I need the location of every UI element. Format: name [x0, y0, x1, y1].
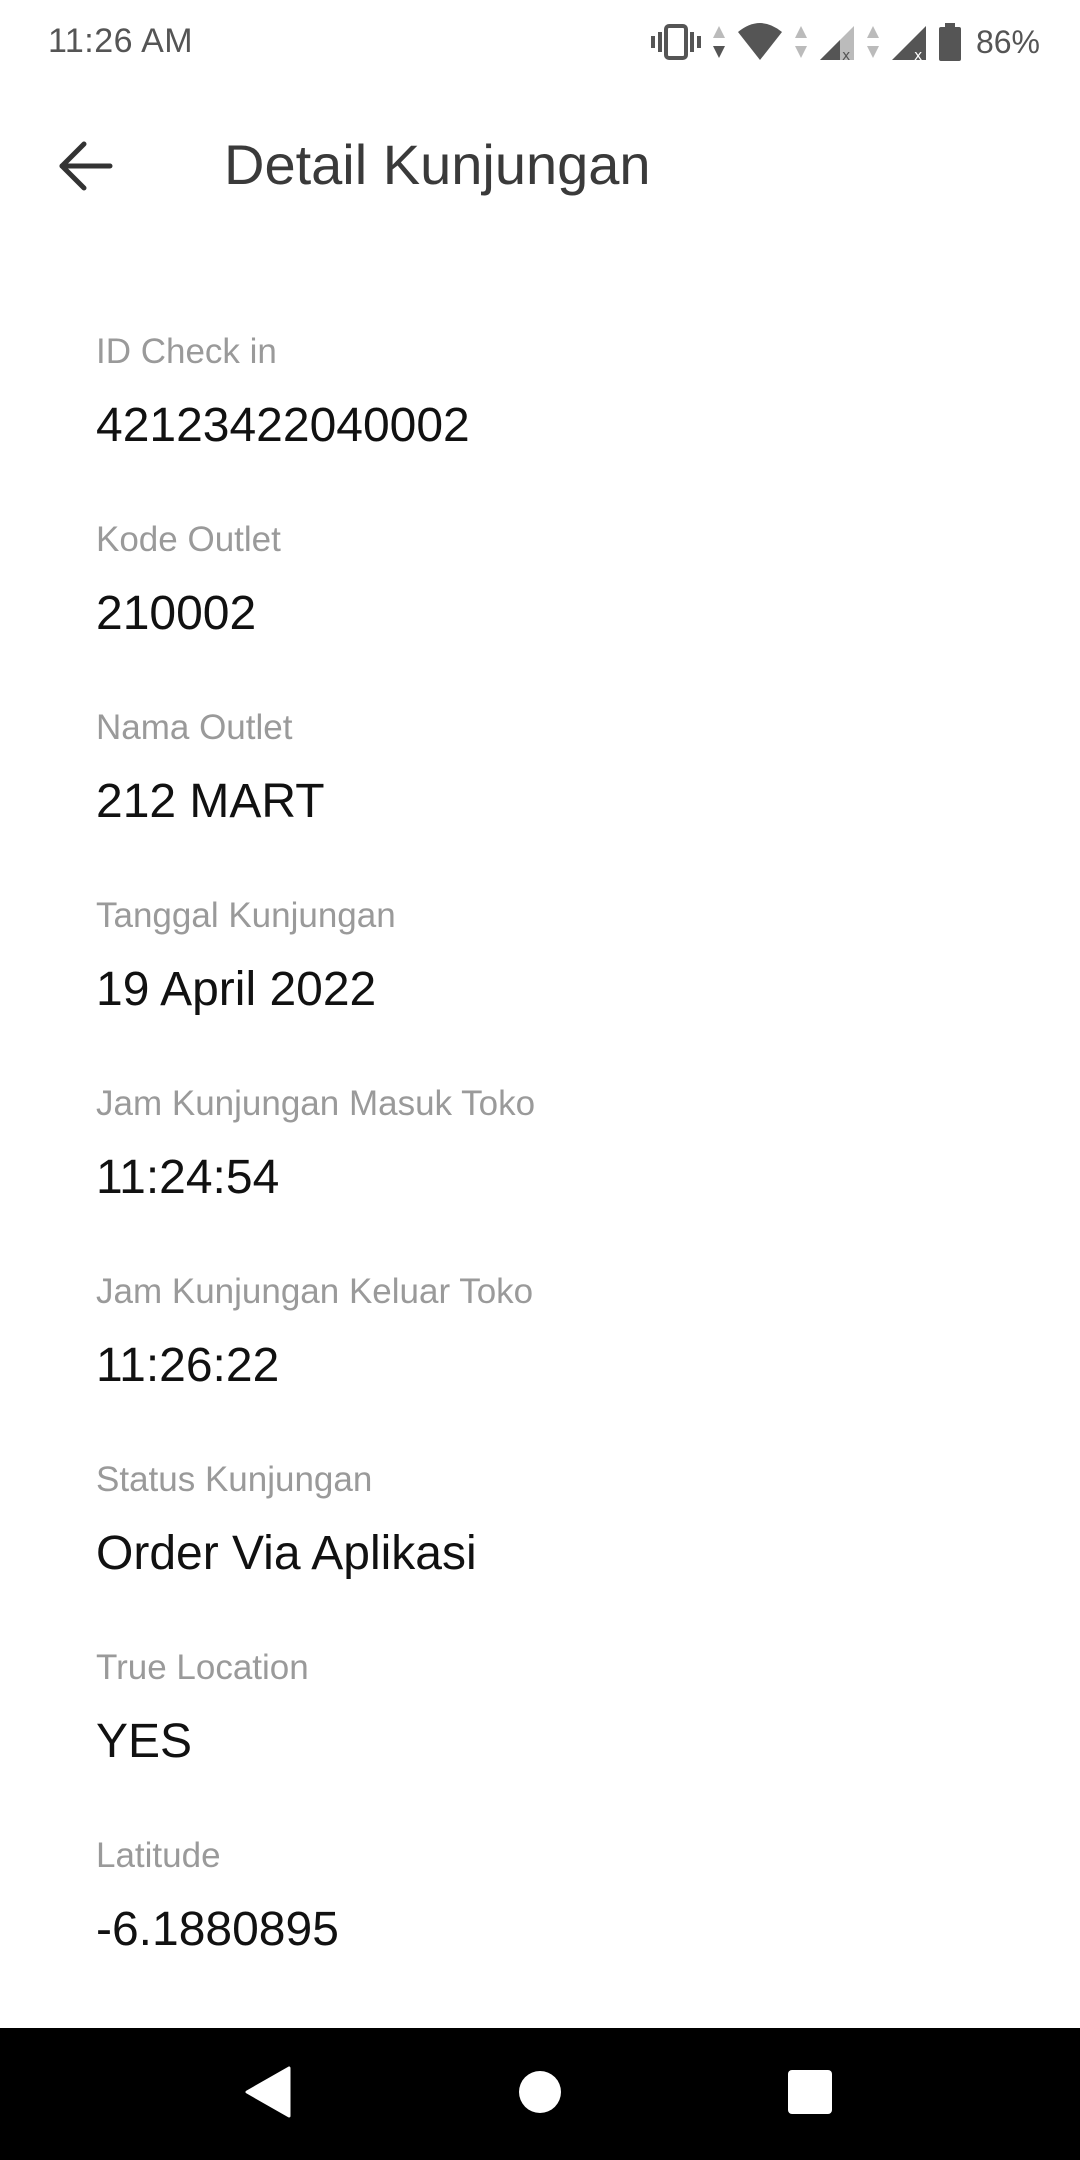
detail-value: 11:26:22: [96, 1339, 280, 1392]
detail-label: Jam Kunjungan Masuk Toko: [96, 1084, 536, 1123]
detail-value: 19 April 2022: [96, 963, 377, 1016]
status-icons: x x 86%: [640, 18, 1040, 66]
detail-item-jam-masuk: Jam Kunjungan Masuk Toko 11:24:54: [96, 1082, 996, 1270]
detail-item-nama-outlet: Nama Outlet 212 MART: [96, 706, 996, 894]
detail-label: Jam Kunjungan Keluar Toko: [96, 1272, 534, 1311]
wifi-icon: [736, 22, 784, 62]
system-nav-bar: [0, 2028, 1080, 2160]
detail-item-kode-outlet: Kode Outlet 210002: [96, 518, 996, 706]
detail-label: Status Kunjungan: [96, 1460, 373, 1499]
signal-no-service-icon: x: [818, 22, 856, 62]
detail-value: 212 MART: [96, 775, 325, 828]
detail-value: Order Via Aplikasi: [96, 1527, 477, 1580]
detail-item-tanggal-kunjungan: Tanggal Kunjungan 19 April 2022: [96, 894, 996, 1082]
vibrate-icon: [650, 22, 702, 62]
detail-item-true-location: True Location YES: [96, 1646, 996, 1834]
detail-item-status-kunjungan: Status Kunjungan Order Via Aplikasi: [96, 1458, 996, 1646]
detail-value: 11:24:54: [96, 1151, 280, 1204]
detail-label: Tanggal Kunjungan: [96, 896, 396, 935]
nav-back-button[interactable]: [238, 2064, 298, 2124]
signal-no-service-icon: x: [890, 22, 928, 62]
recents-square-icon: [786, 2068, 834, 2121]
detail-label: Kode Outlet: [96, 520, 281, 559]
detail-value: YES: [96, 1715, 193, 1768]
page-title: Detail Kunjungan: [224, 133, 651, 196]
svg-text:x: x: [842, 48, 850, 62]
detail-item-latitude: Latitude -6.1880895: [96, 1834, 996, 2022]
nav-home-button[interactable]: [510, 2064, 570, 2124]
detail-item-jam-keluar: Jam Kunjungan Keluar Toko 11:26:22: [96, 1270, 996, 1458]
battery-icon: [938, 22, 962, 62]
data-arrows-icon: [866, 24, 880, 60]
app-bar: Detail Kunjungan: [0, 84, 1080, 244]
data-arrows-icon: [794, 24, 808, 60]
status-bar: 11:26 AM x x 86%: [0, 0, 1080, 84]
battery-percent: 86%: [975, 23, 1040, 60]
detail-item-id-check-in: ID Check in 42123422040002: [96, 330, 996, 518]
detail-list: ID Check in 42123422040002 Kode Outlet 2…: [96, 330, 996, 2022]
detail-value: 42123422040002: [96, 399, 470, 452]
detail-value: -6.1880895: [96, 1903, 339, 1956]
nav-recents-button[interactable]: [780, 2064, 840, 2124]
data-arrows-icon: [712, 24, 726, 60]
svg-text:x: x: [914, 48, 922, 62]
detail-label: Nama Outlet: [96, 708, 293, 747]
home-circle-icon: [517, 2069, 563, 2120]
detail-value: 210002: [96, 587, 257, 640]
back-button[interactable]: [46, 128, 126, 208]
back-triangle-icon: [245, 2066, 291, 2123]
detail-label: Latitude: [96, 1836, 221, 1875]
arrow-back-icon: [58, 141, 114, 196]
screen: 11:26 AM x x 86% Detail Kunjungan ID Che…: [0, 0, 1080, 2160]
detail-label: ID Check in: [96, 332, 277, 371]
detail-label: True Location: [96, 1648, 309, 1687]
status-time: 11:26 AM: [48, 22, 194, 60]
